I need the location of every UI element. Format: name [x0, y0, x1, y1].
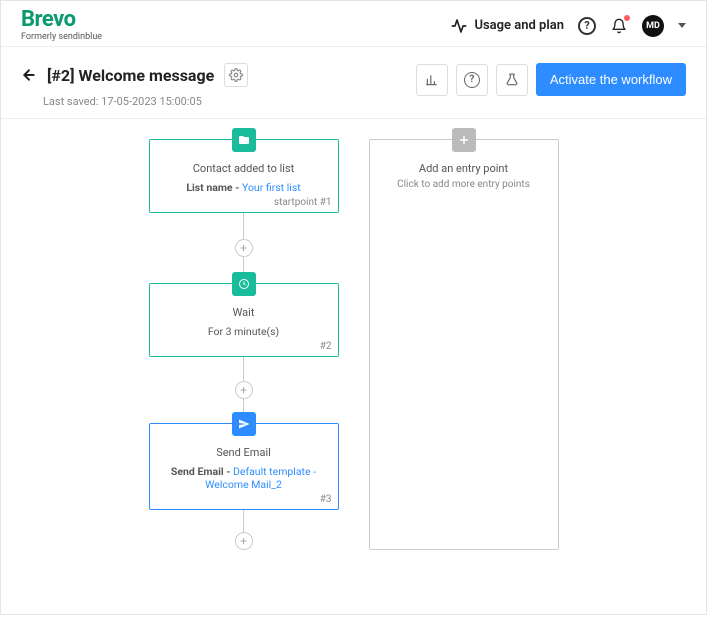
- add-step-button[interactable]: +: [235, 381, 253, 399]
- entry-subtitle: Click to add more entry points: [380, 179, 548, 190]
- workflow-header: [#2] Welcome message Last saved: 17-05-2…: [1, 47, 706, 119]
- wait-node[interactable]: Wait For 3 minute(s) #2: [149, 283, 339, 357]
- help-icon[interactable]: ?: [578, 17, 596, 35]
- node-number: startpoint #1: [274, 197, 332, 208]
- title-row: [#2] Welcome message: [21, 63, 248, 87]
- header-right: Usage and plan ? MD: [450, 15, 686, 37]
- workflow-header-left: [#2] Welcome message Last saved: 17-05-2…: [21, 63, 248, 108]
- list-name-link[interactable]: Your first list: [242, 181, 301, 194]
- node-detail: List name - Your first list: [160, 181, 328, 194]
- last-saved-label: Last saved: 17-05-2023 15:00:05: [43, 95, 248, 108]
- node-number: #2: [320, 341, 332, 352]
- start-node[interactable]: Contact added to list List name - Your f…: [149, 139, 339, 213]
- timer-icon: [232, 272, 256, 296]
- stats-button[interactable]: [416, 64, 448, 96]
- list-icon: [232, 128, 256, 152]
- send-icon: [232, 412, 256, 436]
- notification-dot: [624, 15, 630, 21]
- brand: Brevo Formerly sendinblue: [21, 9, 102, 42]
- chevron-down-icon[interactable]: [678, 23, 686, 28]
- connector: +: [235, 510, 253, 550]
- node-heading: Send Email: [160, 446, 328, 459]
- add-step-button[interactable]: +: [235, 532, 253, 550]
- entry-title: Add an entry point: [380, 162, 548, 175]
- node-heading: Contact added to list: [160, 162, 328, 175]
- flow-column: Contact added to list List name - Your f…: [149, 139, 339, 550]
- usage-plan-label: Usage and plan: [474, 18, 564, 33]
- settings-button[interactable]: [224, 63, 248, 87]
- plus-icon: [452, 128, 476, 152]
- usage-plan-link[interactable]: Usage and plan: [450, 17, 564, 35]
- node-detail: Send Email - Default template -Welcome M…: [160, 465, 328, 491]
- add-step-button[interactable]: +: [235, 239, 253, 257]
- top-row: Contact added to list List name - Your f…: [31, 139, 676, 550]
- send-email-node[interactable]: Send Email Send Email - Default template…: [149, 423, 339, 510]
- back-arrow-icon[interactable]: [21, 67, 37, 83]
- brand-tagline: Formerly sendinblue: [21, 33, 102, 42]
- page-title: [#2] Welcome message: [47, 66, 214, 85]
- add-entry-point-node[interactable]: Add an entry point Click to add more ent…: [369, 139, 559, 550]
- avatar[interactable]: MD: [642, 15, 664, 37]
- brand-name: Brevo: [21, 9, 102, 31]
- node-detail: For 3 minute(s): [160, 325, 328, 338]
- activate-button[interactable]: Activate the workflow: [536, 63, 686, 96]
- notifications-icon[interactable]: [610, 17, 628, 35]
- node-number: #3: [320, 494, 332, 505]
- workflow-canvas[interactable]: Contact added to list List name - Your f…: [1, 119, 706, 639]
- help-button[interactable]: ?: [456, 64, 488, 96]
- activity-icon: [450, 17, 468, 35]
- app-header: Brevo Formerly sendinblue Usage and plan…: [1, 1, 706, 47]
- workflow-header-right: ? Activate the workflow: [416, 63, 686, 96]
- node-heading: Wait: [160, 306, 328, 319]
- test-button[interactable]: [496, 64, 528, 96]
